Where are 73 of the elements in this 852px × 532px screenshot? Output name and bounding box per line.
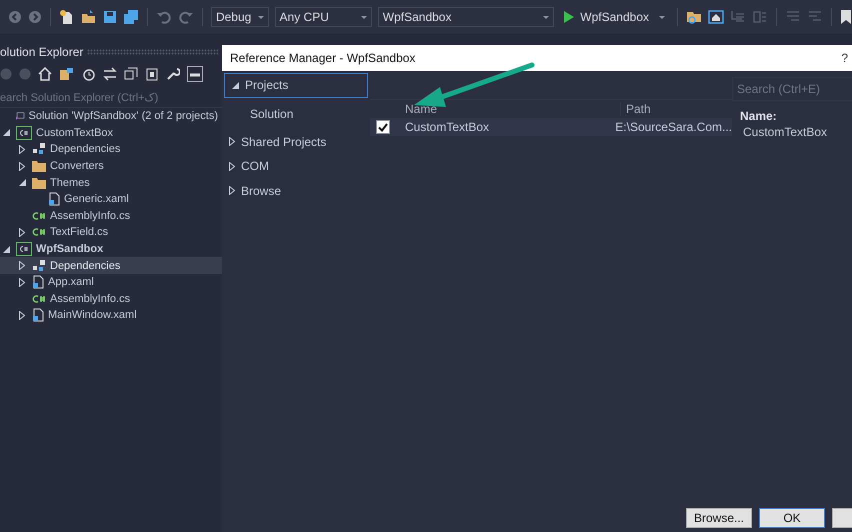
new-item-icon[interactable]: [58, 9, 75, 25]
tree-item[interactable]: AssemblyInfo.cs: [0, 290, 222, 308]
platform-dropdown[interactable]: Any CPU: [274, 7, 372, 27]
browse-button[interactable]: Browse...: [686, 508, 752, 528]
expanded-arrow-icon[interactable]: [2, 246, 10, 253]
configuration-dropdown[interactable]: Debug: [210, 7, 269, 27]
expanded-arrow-icon[interactable]: [18, 179, 26, 186]
csharp-file-icon: [32, 294, 46, 304]
folder-search-icon[interactable]: [686, 9, 702, 25]
table-row[interactable]: CustomTextBox E:\SourceSara.Com...: [370, 118, 732, 136]
start-button[interactable]: WpfSandbox: [560, 10, 670, 24]
details-value: CustomTextBox: [742, 125, 828, 139]
bookmark-icon[interactable]: [840, 10, 852, 24]
redo-icon[interactable]: [178, 10, 194, 24]
tree-item[interactable]: CustomTextBox: [0, 124, 222, 142]
save-all-icon[interactable]: [122, 9, 139, 25]
csharp-file-icon: [32, 227, 46, 238]
csharp-project-icon: [16, 126, 32, 140]
tree-item[interactable]: TextField.cs: [0, 224, 222, 241]
sync-icon[interactable]: [103, 67, 117, 81]
home-window-icon[interactable]: [708, 9, 724, 25]
expanded-arrow-icon[interactable]: [232, 82, 239, 89]
table-cell-text: CustomTextBox: [404, 120, 490, 134]
switch-views-icon[interactable]: [59, 67, 75, 81]
preview-toggle-icon[interactable]: [187, 66, 203, 82]
collapsed-arrow-icon[interactable]: [229, 186, 235, 196]
category-item[interactable]: Browse: [222, 178, 370, 203]
category-item[interactable]: Projects: [224, 73, 368, 98]
panel-title: olution Explorer: [0, 45, 84, 59]
tree-item[interactable]: App.xaml: [0, 274, 222, 291]
home-icon[interactable]: [38, 67, 52, 81]
collapsed-arrow-icon[interactable]: [19, 310, 25, 320]
save-icon[interactable]: [102, 10, 117, 24]
collapsed-arrow-icon[interactable]: [229, 137, 235, 146]
file-icon: [32, 308, 44, 322]
category-item[interactable]: Solution: [222, 98, 370, 130]
tree-item[interactable]: Solution 'WpfSandbox' (2 of 2 projects): [0, 108, 222, 125]
csharp-file-icon: [32, 210, 46, 221]
help-button[interactable]: ?: [841, 51, 848, 65]
column-header[interactable]: Name: [395, 102, 620, 116]
table-cell: E:\SourceSara.Com...: [609, 120, 732, 134]
dependencies-icon: [32, 260, 46, 272]
tree-item[interactable]: AssemblyInfo.cs: [0, 208, 222, 224]
collapsed-arrow-icon[interactable]: [19, 228, 25, 237]
dependencies-icon: [32, 143, 46, 156]
category-item[interactable]: COM: [222, 154, 370, 178]
column-header[interactable]: Path: [620, 102, 651, 116]
folder-icon: [32, 176, 46, 189]
collapse-all-icon[interactable]: [124, 67, 138, 81]
tree-item[interactable]: MainWindow.xaml: [0, 307, 222, 324]
show-all-files-icon[interactable]: [145, 67, 159, 81]
details-label: Name:: [739, 109, 778, 123]
open-folder-icon[interactable]: [80, 9, 97, 25]
ok-button[interactable]: OK: [759, 508, 825, 528]
play-icon: [564, 11, 574, 23]
pending-changes-icon[interactable]: [82, 67, 96, 81]
tree-item[interactable]: Converters: [0, 158, 222, 174]
startup-project-dropdown[interactable]: WpfSandbox: [378, 7, 554, 27]
checkbox[interactable]: [376, 120, 390, 134]
collapsed-arrow-icon[interactable]: [229, 162, 235, 171]
dialog-title: Reference Manager - WpfSandbox: [230, 51, 416, 65]
tree-item[interactable]: Generic.xaml: [0, 190, 222, 208]
tree-item[interactable]: Dependencies: [0, 257, 222, 274]
tree-item[interactable]: Themes: [0, 174, 222, 191]
tree-item[interactable]: Dependencies: [0, 141, 222, 158]
file-icon: [32, 275, 44, 290]
csharp-project-icon: [16, 242, 32, 256]
category-item[interactable]: Shared Projects: [222, 130, 370, 154]
file-icon: [48, 192, 60, 206]
undo-icon[interactable]: [156, 10, 172, 24]
tree-item[interactable]: WpfSandbox: [0, 240, 222, 258]
folder-icon: [32, 160, 46, 172]
expanded-arrow-icon[interactable]: [2, 129, 10, 136]
